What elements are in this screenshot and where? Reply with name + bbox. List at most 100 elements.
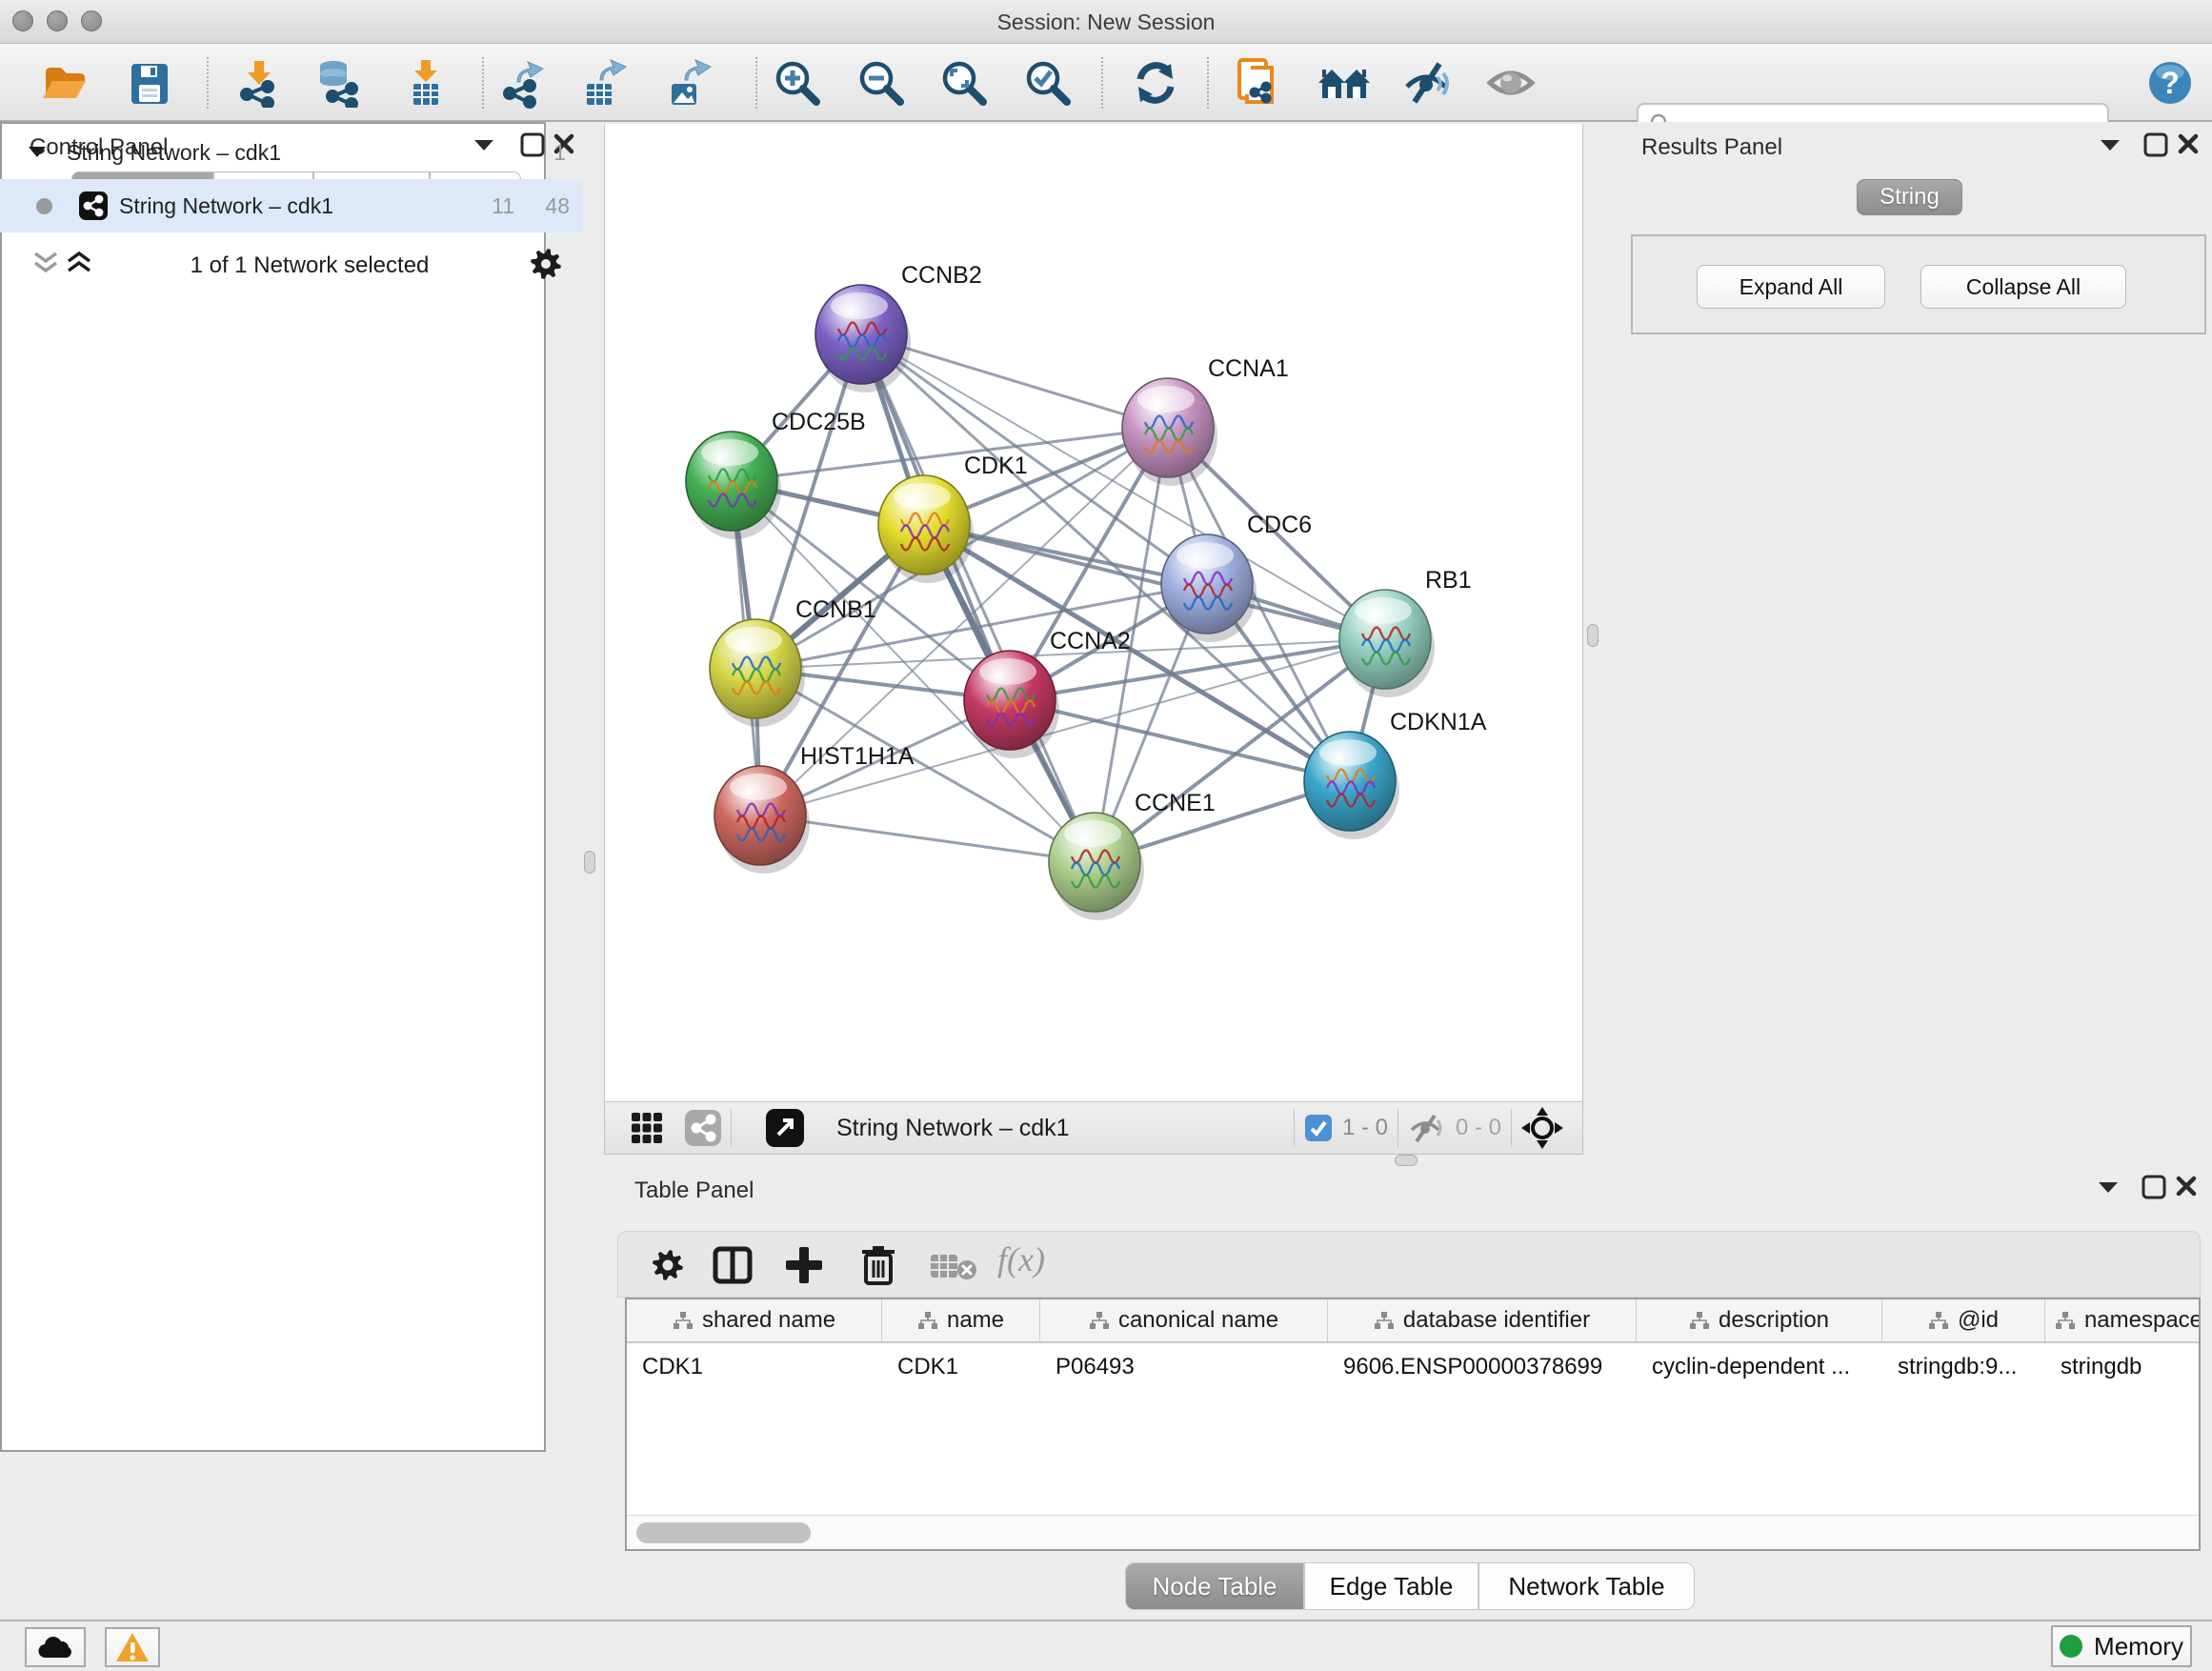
node-CCNB2[interactable]: CCNB2 xyxy=(815,262,982,393)
hide-selected-button[interactable] xyxy=(1399,54,1457,111)
node-table[interactable]: shared namenamecanonical namedatabase id… xyxy=(625,1298,2201,1551)
node-label-RB1: RB1 xyxy=(1425,567,1472,594)
tab-string[interactable]: String xyxy=(1857,179,1962,215)
zoom-selected-button[interactable] xyxy=(1019,54,1076,111)
node-RB1[interactable]: RB1 xyxy=(1339,567,1472,697)
collapse-all-button[interactable]: Collapse All xyxy=(1920,265,2126,309)
column-header-shared-name[interactable]: shared name xyxy=(627,1299,882,1341)
column-header-canonical-name[interactable]: canonical name xyxy=(1040,1299,1328,1341)
node-CCNE1[interactable]: CCNE1 xyxy=(1049,790,1216,920)
toolbar-separator xyxy=(1207,57,1209,109)
help-button[interactable]: ? xyxy=(2142,54,2199,111)
collection-expand-icon[interactable] xyxy=(29,147,46,158)
open-in-new-window-icon[interactable] xyxy=(766,1109,804,1147)
cell-name[interactable]: CDK1 xyxy=(882,1345,1040,1389)
import-table-from-file-button[interactable] xyxy=(396,54,453,111)
table-options-gear-icon[interactable] xyxy=(649,1246,687,1284)
panel-float-icon[interactable] xyxy=(2142,131,2169,158)
hidden-node-edge-counts: 0 - 0 xyxy=(1456,1115,1501,1141)
zoom-in-button[interactable] xyxy=(769,54,826,111)
node-CDC25B[interactable]: CDC25B xyxy=(686,409,866,539)
panel-collapse-icon[interactable] xyxy=(2098,1181,2119,1194)
left-splitter-handle[interactable] xyxy=(584,851,595,874)
network-graph[interactable]: CCNB2CCNA1CDC25BCDK1CDC6RB1CCNB1CCNA2CDK… xyxy=(605,124,1584,1099)
right-splitter-handle[interactable] xyxy=(1587,624,1599,647)
network-view-title: String Network – cdk1 xyxy=(836,1115,1070,1142)
network-options-gear-icon[interactable] xyxy=(529,247,563,281)
save-session-button[interactable] xyxy=(120,54,177,111)
node-CCNB1[interactable]: CCNB1 xyxy=(710,596,876,727)
svg-text:?: ? xyxy=(2161,66,2180,100)
memory-button[interactable]: Memory xyxy=(2051,1625,2192,1667)
show-graphics-details-button[interactable] xyxy=(1482,54,1539,111)
tab-node-table[interactable]: Node Table xyxy=(1125,1562,1304,1610)
cell-description[interactable]: cyclin-dependent ... xyxy=(1637,1345,1882,1389)
cell--id[interactable]: stringdb:9... xyxy=(1882,1345,2045,1389)
export-image-button[interactable] xyxy=(661,54,718,111)
warning-icon xyxy=(115,1632,150,1662)
column-header-database-identifier[interactable]: database identifier xyxy=(1328,1299,1637,1341)
cell-canonical-name[interactable]: P06493 xyxy=(1040,1345,1328,1389)
refresh-view-button[interactable] xyxy=(1127,54,1184,111)
import-network-from-file-button[interactable] xyxy=(230,54,287,111)
cell-shared-name[interactable]: CDK1 xyxy=(627,1345,882,1389)
tab-edge-table[interactable]: Edge Table xyxy=(1304,1562,1478,1610)
expand-all-networks-icon[interactable] xyxy=(67,252,91,274)
node-label-CCNA1: CCNA1 xyxy=(1208,355,1289,382)
node-CCNA1[interactable]: CCNA1 xyxy=(1122,355,1289,486)
column-tree-icon xyxy=(1089,1311,1110,1330)
edge-CDK1-RB1[interactable] xyxy=(924,525,1385,639)
toolbar-separator xyxy=(482,57,484,109)
collapse-all-networks-icon[interactable] xyxy=(33,252,58,274)
memory-status-green-icon xyxy=(2060,1635,2082,1658)
table-row[interactable]: CDK1CDK1P064939606.ENSP00000378699cyclin… xyxy=(627,1345,2201,1389)
cloud-button[interactable] xyxy=(25,1627,86,1667)
function-builder-icon[interactable]: f(x) xyxy=(997,1239,1045,1279)
horizontal-scrollbar[interactable] xyxy=(627,1515,2199,1549)
scrollbar-thumb[interactable] xyxy=(636,1522,811,1543)
panel-collapse-icon[interactable] xyxy=(2100,139,2121,151)
column-header-namespace[interactable]: namespace xyxy=(2045,1299,2201,1341)
panel-close-icon[interactable] xyxy=(2177,132,2200,155)
zoom-fit-button[interactable] xyxy=(935,54,993,111)
network-collection-row[interactable]: String Network – cdk1 1 xyxy=(0,126,583,179)
import-network-icon xyxy=(233,58,283,108)
network-row-selected[interactable]: String Network – cdk1 11 48 xyxy=(0,179,583,232)
network-selection-status: 1 of 1 Network selected xyxy=(114,252,505,279)
collection-count: 1 xyxy=(553,140,566,166)
delete-column-icon[interactable] xyxy=(858,1243,898,1287)
node-CDKN1A[interactable]: CDKN1A xyxy=(1304,709,1487,839)
panel-close-icon[interactable] xyxy=(2175,1175,2198,1198)
show-columns-icon[interactable] xyxy=(712,1244,754,1286)
cell-namespace[interactable]: stringdb xyxy=(2045,1345,2201,1389)
new-network-from-selection-button[interactable] xyxy=(1231,54,1288,111)
import-network-from-database-button[interactable] xyxy=(309,54,366,111)
network-view-canvas[interactable]: CCNB2CCNA1CDC25BCDK1CDC6RB1CCNB1CCNA2CDK… xyxy=(604,124,1583,1101)
column-header--id[interactable]: @id xyxy=(1882,1299,2045,1341)
share-network-view-icon[interactable] xyxy=(685,1110,721,1146)
selected-checkbox-icon[interactable] xyxy=(1304,1114,1333,1142)
node-HIST1H1A[interactable]: HIST1H1A xyxy=(714,743,915,874)
expand-all-button[interactable]: Expand All xyxy=(1697,265,1885,309)
grid-view-icon[interactable] xyxy=(630,1111,664,1145)
open-session-button[interactable] xyxy=(35,54,92,111)
edge-CCNB2-CCNE1[interactable] xyxy=(861,334,1095,862)
hidden-eye-icon[interactable] xyxy=(1408,1113,1446,1143)
delete-table-icon[interactable] xyxy=(929,1251,978,1281)
warning-button[interactable] xyxy=(105,1627,160,1667)
node-CDK1[interactable]: CDK1 xyxy=(878,453,1028,583)
edge-HIST1H1A-CCNE1[interactable] xyxy=(760,815,1095,862)
column-header-name[interactable]: name xyxy=(882,1299,1040,1341)
zoom-out-button[interactable] xyxy=(853,54,910,111)
cell-database-identifier[interactable]: 9606.ENSP00000378699 xyxy=(1328,1345,1637,1389)
column-header-description[interactable]: description xyxy=(1637,1299,1882,1341)
export-network-button[interactable] xyxy=(495,54,553,111)
node-CDC6[interactable]: CDC6 xyxy=(1161,512,1312,642)
birdseye-navigator-icon[interactable] xyxy=(1521,1107,1563,1149)
first-neighbors-button[interactable] xyxy=(1316,54,1373,111)
panel-float-icon[interactable] xyxy=(2141,1174,2167,1200)
export-table-button[interactable] xyxy=(576,54,633,111)
add-column-icon[interactable] xyxy=(783,1244,825,1286)
refresh-icon xyxy=(1131,58,1180,108)
tab-network-table[interactable]: Network Table xyxy=(1478,1562,1695,1610)
